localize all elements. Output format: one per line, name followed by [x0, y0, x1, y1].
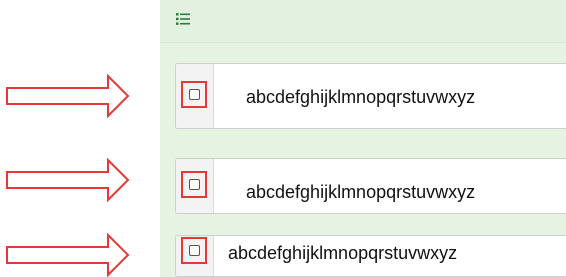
row-checkbox[interactable] — [189, 245, 200, 256]
row-label: abcdefghijklmnopqrstuvwxyz — [246, 182, 476, 202]
annotation-arrow-1 — [6, 74, 130, 118]
checkbox-highlight — [181, 171, 207, 198]
toolbar — [160, 0, 566, 43]
row-label: abcdefghijklmnopqrstuvwxyz — [228, 243, 458, 263]
checkbox-highlight — [181, 237, 207, 264]
list-item[interactable]: abcdefghijklmnopqrstuvwxyz — [175, 63, 566, 129]
list-panel: abcdefghijklmnopqrstuvwxyz abcdefghijklm… — [160, 0, 566, 277]
annotation-arrow-2 — [6, 158, 130, 202]
row-checkbox[interactable] — [189, 89, 200, 100]
row-label: abcdefghijklmnopqrstuvwxyz — [246, 87, 476, 107]
list-item[interactable]: abcdefghijklmnopqrstuvwxyz — [175, 235, 566, 277]
screenshot-stage: abcdefghijklmnopqrstuvwxyz abcdefghijklm… — [0, 0, 566, 277]
list-icon[interactable] — [176, 13, 190, 25]
list-item[interactable]: abcdefghijklmnopqrstuvwxyz — [175, 158, 566, 214]
checkbox-highlight — [181, 81, 207, 108]
row-checkbox[interactable] — [189, 179, 200, 190]
annotation-arrow-3 — [6, 233, 130, 277]
